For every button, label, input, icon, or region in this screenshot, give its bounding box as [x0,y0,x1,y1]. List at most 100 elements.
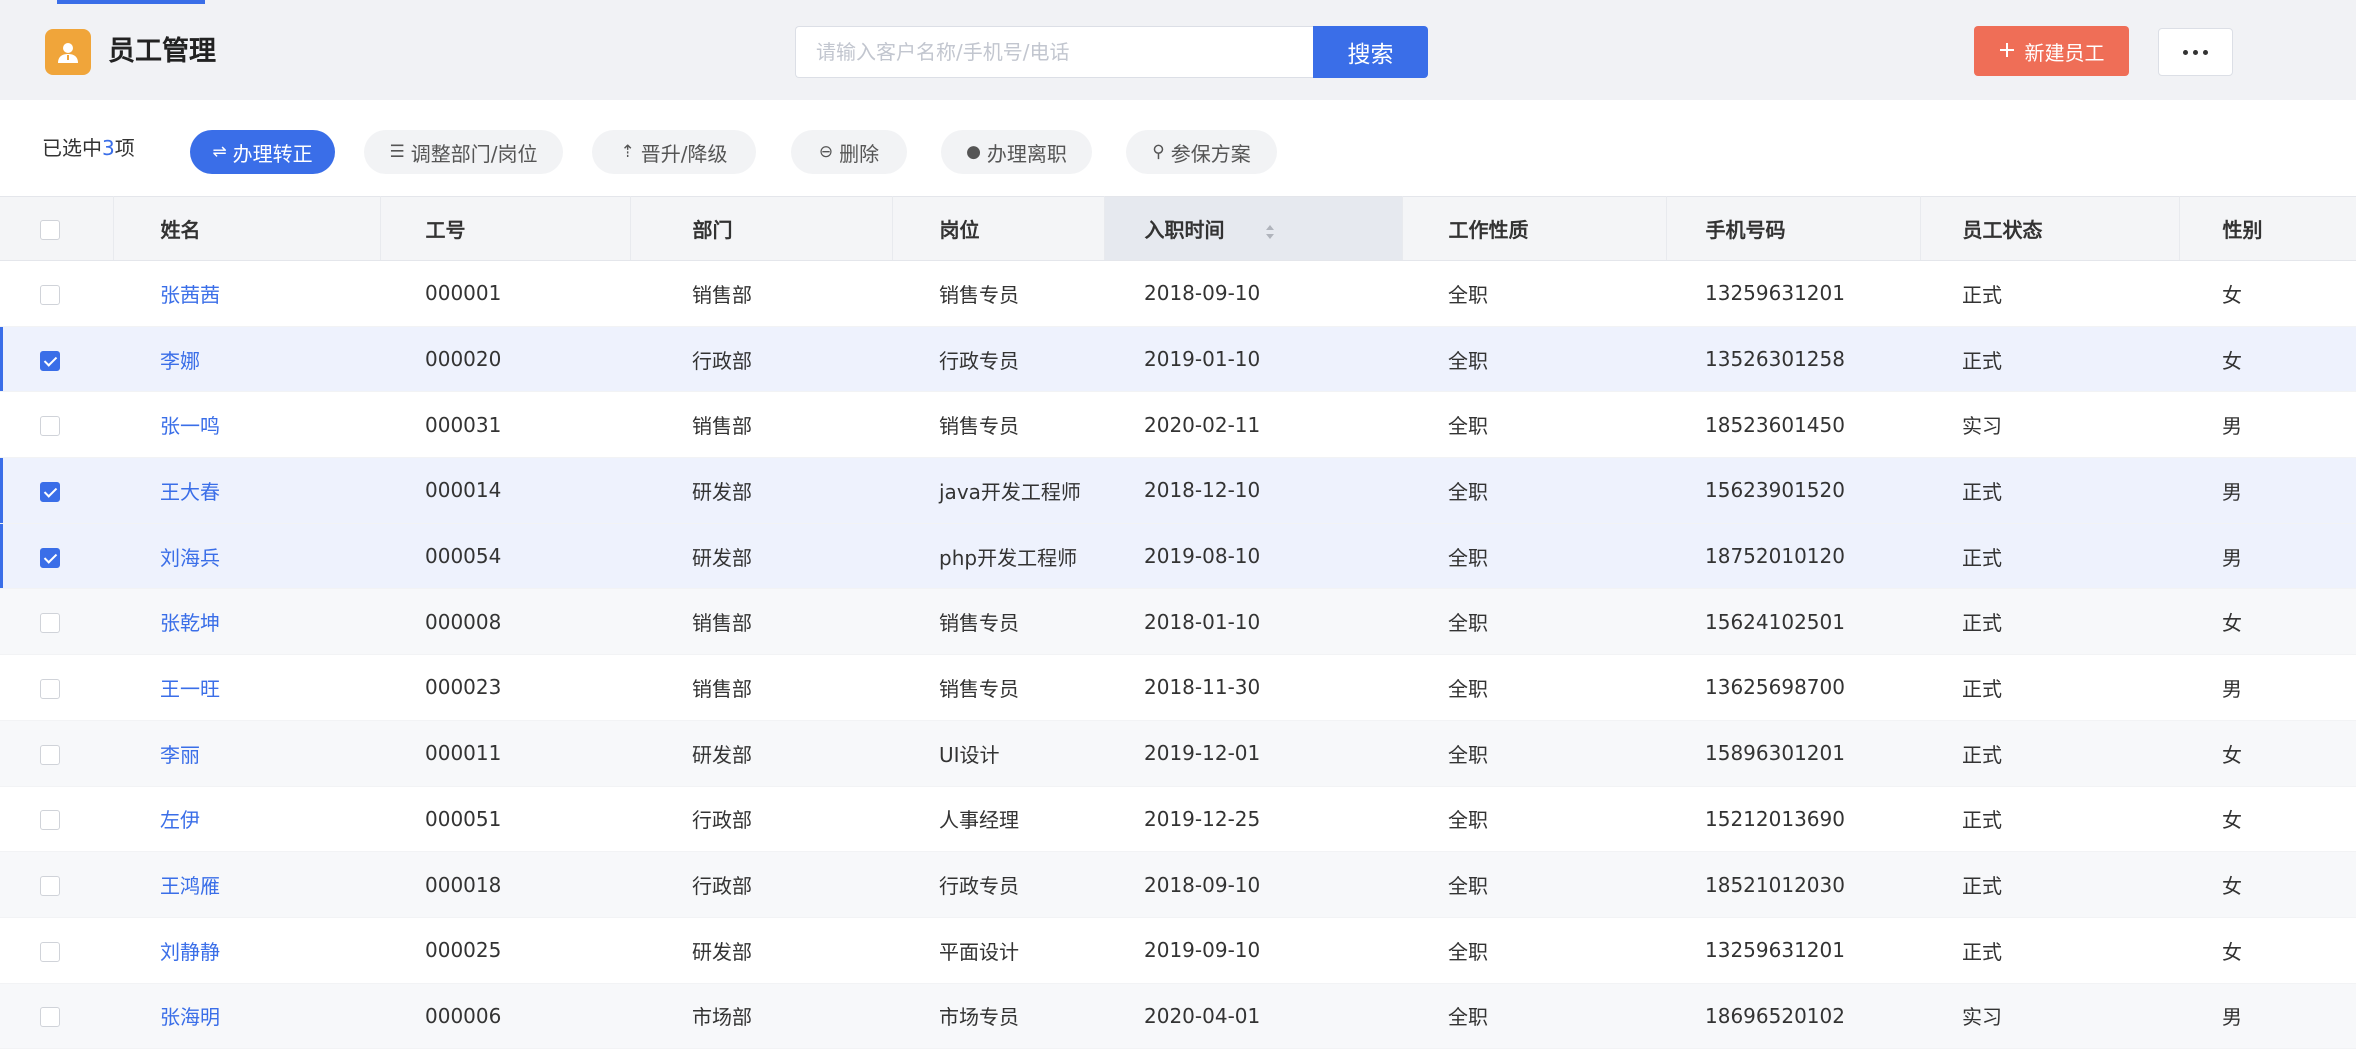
table-row[interactable]: 张海明 000006 市场部 市场专员 2020-04-01 全职 18696520102 实… [0,983,2356,1050]
column-header-gender[interactable]: 性别 [2179,196,2356,261]
row-select-cell [0,654,113,721]
phone-text: 13625698700 [1705,675,1845,700]
employee-name-link[interactable]: 刘静静 [160,940,220,964]
name-cell: 左伊 [113,786,380,853]
gender-cell: 男 [2179,983,2356,1050]
phone-cell: 18521012030 [1666,851,1920,918]
row-checkbox[interactable] [40,1007,60,1028]
column-header-work-type[interactable]: 工作性质 [1402,196,1667,261]
employee-name-link[interactable]: 王一旺 [160,677,220,701]
department-text: 市场部 [692,1005,752,1030]
employee-name-link[interactable]: 张一鸣 [160,414,220,438]
employee-name-link[interactable]: 李娜 [160,349,200,373]
search-input[interactable] [795,26,1313,78]
hire-date-text: 2019-01-10 [1144,347,1261,372]
insurance-plan-button[interactable]: ⚲ 参保方案 [1126,130,1277,174]
name-cell: 刘海兵 [113,523,380,590]
select-all-checkbox[interactable] [40,220,60,240]
table-row[interactable]: 李娜 000020 行政部 行政专员 2019-01-10 全职 13526301258 正式… [0,326,2356,393]
table-row[interactable]: 张茜茜 000001 销售部 销售专员 2018-09-10 全职 13259631201 正… [0,260,2356,327]
table-row[interactable]: 张一鸣 000031 销售部 销售专员 2020-02-11 全职 18523601450 实… [0,391,2356,459]
column-header-name[interactable]: 姓名 [113,196,381,261]
row-checkbox[interactable] [40,416,60,437]
employee-id-text: 000008 [425,609,502,634]
table-row[interactable]: 王鸿雁 000018 行政部 行政专员 2018-09-10 全职 18521012030 正… [0,851,2356,918]
column-header-status[interactable]: 员工状态 [1920,196,2180,261]
column-header-id[interactable]: 工号 [380,196,631,261]
gender-cell: 女 [2179,260,2356,327]
position-text: 市场专员 [939,1005,1019,1030]
column-header-hire-date[interactable]: 入职时间 [1104,196,1403,261]
adjust-department-button[interactable]: ☰ 调整部门/岗位 [364,130,563,174]
gender-text: 男 [2222,1005,2242,1030]
work-type-cell: 全职 [1402,391,1666,459]
table-row[interactable]: 张乾坤 000008 销售部 销售专员 2018-01-10 全职 15624102501 正… [0,588,2356,656]
status-cell: 正式 [1920,851,2179,918]
table-row[interactable]: 王大春 000014 研发部 java开发工程师 2018-12-10 全职 1562390… [0,457,2356,524]
regularize-button[interactable]: ⇌ 办理转正 [190,130,335,174]
position-text: 行政专员 [939,348,1019,373]
phone-cell: 18696520102 [1666,983,1920,1050]
row-select-cell [0,720,113,787]
search-button[interactable]: 搜索 [1313,26,1428,78]
gender-text: 男 [2222,414,2242,439]
column-header-department[interactable]: 部门 [630,196,893,261]
work-type-text: 全职 [1448,282,1488,307]
department-cell: 市场部 [630,983,892,1050]
employee-name-link[interactable]: 左伊 [160,808,200,832]
employee-name-link[interactable]: 刘海兵 [160,546,220,570]
more-button[interactable] [2158,28,2233,76]
row-checkbox[interactable] [40,678,60,699]
work-type-cell: 全职 [1402,260,1666,327]
employee-name-link[interactable]: 王大春 [160,480,220,504]
department-text: 研发部 [692,479,752,504]
position-text: 平面设计 [939,939,1019,964]
row-checkbox[interactable] [40,284,60,305]
hire-date-cell: 2019-08-10 [1104,523,1402,590]
row-checkbox[interactable] [40,350,60,371]
swap-icon: ⇌ [212,141,227,162]
row-checkbox[interactable] [40,547,60,568]
promote-demote-button[interactable]: ⇡ 晋升/降级 [592,130,756,174]
department-text: 研发部 [692,545,752,570]
table-row[interactable]: 李丽 000011 研发部 UI设计 2019-12-01 全职 15896301201 正式… [0,720,2356,787]
table-row[interactable]: 左伊 000051 行政部 人事经理 2019-12-25 全职 15212013690 正式… [0,786,2356,853]
sort-icon[interactable] [1265,224,1275,240]
department-cell: 研发部 [630,523,892,590]
row-checkbox[interactable] [40,613,60,634]
employee-name-link[interactable]: 张茜茜 [160,283,220,307]
employee-id-text: 000025 [425,938,502,963]
column-header-position[interactable]: 岗位 [892,196,1105,261]
row-checkbox[interactable] [40,876,60,897]
status-cell: 正式 [1920,720,2179,787]
employee-name-link[interactable]: 王鸿雁 [160,874,220,898]
row-checkbox[interactable] [40,744,60,765]
employee-id-cell: 000051 [380,786,630,853]
table-row[interactable]: 刘海兵 000054 研发部 php开发工程师 2019-08-10 全职 18752010… [0,523,2356,590]
table-row[interactable]: 王一旺 000023 销售部 销售专员 2018-11-30 全职 13625698700 正… [0,654,2356,721]
table-row[interactable]: 刘静静 000025 研发部 平面设计 2019-09-10 全职 13259631201 正… [0,917,2356,984]
name-cell: 张一鸣 [113,391,380,459]
work-type-cell: 全职 [1402,457,1666,524]
phone-text: 18521012030 [1705,872,1845,897]
employee-name-link[interactable]: 张海明 [160,1005,220,1029]
resign-button[interactable]: ● 办理离职 [941,130,1092,174]
delete-button[interactable]: ⊖ 删除 [791,130,907,174]
position-text: 销售专员 [939,282,1019,307]
new-employee-button[interactable]: 新建员工 [1974,26,2129,76]
department-text: 行政部 [692,808,752,833]
column-header-phone[interactable]: 手机号码 [1666,196,1921,261]
employee-name-link[interactable]: 张乾坤 [160,611,220,635]
row-checkbox[interactable] [40,810,60,831]
gender-text: 女 [2222,282,2242,307]
employee-name-link[interactable]: 李丽 [160,743,200,767]
hire-date-text: 2018-09-10 [1144,281,1261,306]
work-type-text: 全职 [1448,545,1488,570]
department-text: 行政部 [692,348,752,373]
name-cell: 张茜茜 [113,260,380,327]
work-type-text: 全职 [1448,348,1488,373]
employee-id-cell: 000023 [380,654,630,721]
row-checkbox[interactable] [40,941,60,962]
row-checkbox[interactable] [40,481,60,502]
work-type-text: 全职 [1448,874,1488,899]
